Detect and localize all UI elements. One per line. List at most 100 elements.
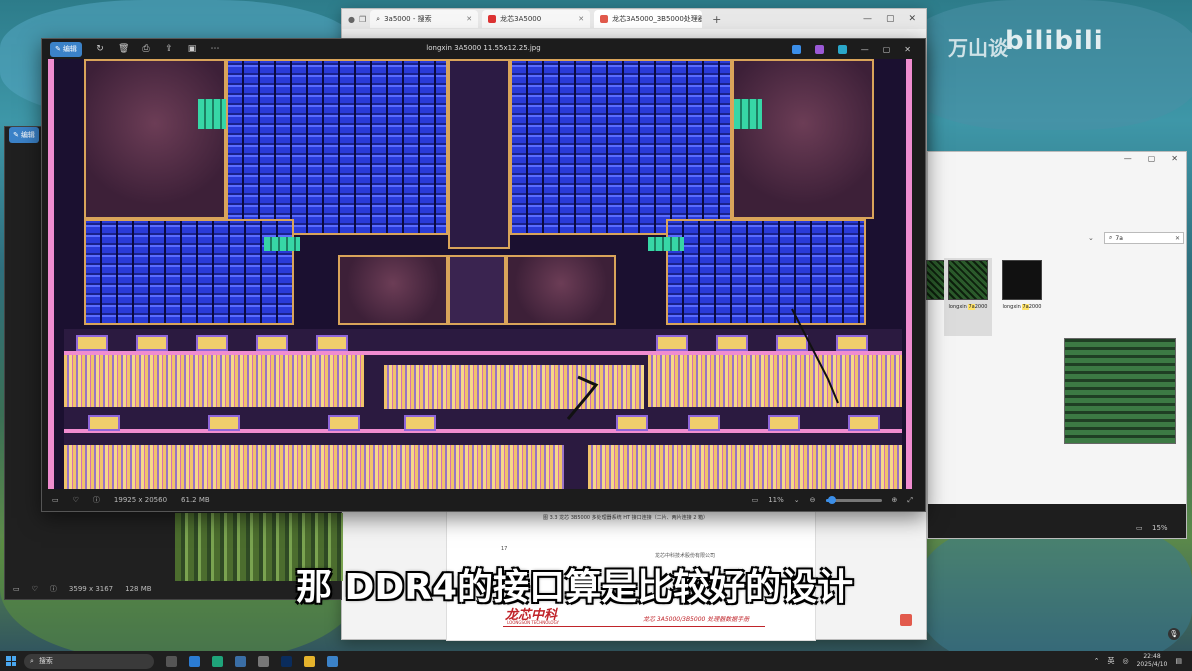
app-icon[interactable] — [791, 44, 801, 54]
rotate-icon[interactable]: ↻ — [95, 44, 105, 54]
print-icon[interactable]: ⎙ — [141, 44, 151, 54]
photoshop-icon[interactable] — [281, 655, 292, 667]
zoom-slider-knob[interactable] — [827, 495, 836, 504]
info-icon[interactable]: ⓘ — [50, 584, 57, 594]
pdf-tools-icon[interactable] — [900, 614, 912, 626]
fullscreen-icon[interactable]: ⤢ — [907, 496, 913, 505]
minimize-icon[interactable]: — — [861, 45, 869, 54]
file-name: 2000 — [974, 304, 988, 310]
clock[interactable]: 22:48 2025/4/10 — [1137, 653, 1168, 669]
tab-pdf[interactable]: 龙芯3A5000_3B5000处理器数据... ✕ — [594, 10, 703, 28]
fit-icon[interactable]: ▭ — [752, 496, 759, 504]
chevron-down-icon[interactable]: ⌄ — [794, 496, 800, 504]
windows-start-icon[interactable] — [6, 656, 16, 666]
microphone-icon[interactable]: 🎙 — [1168, 628, 1180, 640]
close-icon[interactable]: ✕ — [1171, 154, 1178, 163]
file-thumbnail — [1002, 260, 1042, 300]
zoom-slider[interactable] — [825, 495, 882, 504]
maximize-icon[interactable]: ▢ — [883, 45, 891, 54]
heart-icon[interactable]: ♡ — [73, 496, 79, 504]
desktop-wallpaper — [900, 0, 1192, 130]
channel-watermark: 万山谈 — [948, 36, 1008, 60]
preview-pane-image — [1064, 338, 1176, 444]
fit-icon[interactable]: ▭ — [1136, 524, 1143, 532]
bilibili-logo: bilibili — [1005, 26, 1104, 56]
file-tile[interactable]: longxin 7a2000 — [998, 258, 1046, 336]
search-icon: ⌕ — [30, 656, 34, 665]
clock-date: 2025/4/10 — [1136, 661, 1168, 668]
browser-menu-icon[interactable]: ● — [348, 15, 355, 24]
search-icon: ⌕ — [1109, 234, 1113, 241]
edit-label: 编辑 — [20, 131, 35, 139]
chevron-down-icon[interactable]: ⌄ — [1088, 234, 1094, 242]
heart-icon[interactable]: ♡ — [32, 585, 38, 593]
loongson-logo-en: LOONGSON TECHNOLOGY — [507, 620, 559, 625]
chevron-up-icon[interactable]: ⌃ — [1094, 657, 1100, 665]
file-size: 61.2 MB — [181, 496, 210, 504]
video-subtitle: 那 DDR4的接口算是比较好的设计 — [296, 567, 854, 608]
maximize-icon[interactable]: ▢ — [1148, 154, 1156, 163]
tab-loongson[interactable]: 龙芯3A5000 ✕ — [482, 10, 591, 28]
file-explorer-icon[interactable] — [304, 655, 315, 667]
file-name: longxin — [948, 304, 969, 310]
outlook-icon[interactable] — [189, 655, 200, 667]
filmstrip-icon[interactable]: ▭ — [13, 585, 20, 593]
zoom-level[interactable]: 11% — [768, 496, 784, 504]
photos-viewer-window: ✎ 编辑 ↻ 🗑 ⎙ ⇪ ▣ ⋯ — ▢ ✕ longxin 3A5000 11… — [41, 38, 926, 512]
pen-stroke — [566, 375, 599, 420]
window-controls: — ▢ ✕ — [791, 44, 925, 54]
zoom-level: 15% — [1152, 524, 1168, 532]
window-controls: — ▢ ✕ — [1124, 154, 1178, 163]
edit-label: 编辑 — [62, 45, 77, 53]
zoom-out-icon[interactable]: ⊖ — [810, 496, 816, 504]
file-name: 2000 — [1028, 304, 1042, 310]
minimize-icon[interactable]: — — [1124, 154, 1132, 163]
maximize-icon[interactable]: ▢ — [886, 14, 895, 24]
taskbar-search[interactable]: ⌕ 搜索 — [24, 653, 154, 669]
page-number: 17 — [501, 546, 508, 552]
info-icon[interactable]: ⓘ — [93, 495, 100, 505]
browser-tab-strip: ● ❐ ⌕ 3a5000 - 搜索 ✕ 龙芯3A5000 ✕ 龙芯3A5000_… — [342, 9, 926, 29]
search-icon: ⌕ — [376, 14, 381, 23]
file-name: longxin — [1002, 304, 1023, 310]
new-tab-button[interactable]: + — [706, 13, 727, 26]
edit-button[interactable]: ✎ 编辑 — [50, 41, 82, 57]
share-icon[interactable]: ⇪ — [164, 44, 174, 54]
pdf-icon — [600, 15, 609, 23]
close-icon[interactable]: ✕ — [904, 45, 911, 54]
site-favicon-icon — [488, 15, 497, 23]
edge-icon[interactable] — [212, 655, 223, 667]
network-icon[interactable]: ◎ — [1123, 657, 1129, 665]
file-tile[interactable]: longxin 7a2000 — [944, 258, 992, 336]
minimize-icon[interactable]: — — [863, 14, 872, 24]
photos-icon[interactable] — [327, 655, 338, 667]
app-icon[interactable] — [814, 44, 824, 54]
slideshow-icon[interactable]: ▣ — [187, 44, 197, 54]
system-tray: ⌃ 英 ◎ 22:48 2025/4/10 ▤ — [1094, 653, 1192, 669]
zoom-in-icon[interactable]: ⊕ — [892, 496, 898, 504]
status-bar: ▭ ♡ ⓘ 19925 x 20560 61.2 MB ▭ 11% ⌄ ⊖ ⊕ … — [42, 489, 925, 511]
notification-icon[interactable]: ▤ — [1175, 657, 1182, 665]
more-icon[interactable]: ⋯ — [210, 44, 220, 54]
task-view-icon[interactable] — [166, 655, 177, 667]
settings-icon[interactable] — [258, 655, 269, 667]
edit-button[interactable]: ✎ 编辑 — [9, 127, 39, 143]
tab-actions-icon[interactable]: ❐ — [359, 15, 366, 24]
image-dimensions: 3599 x 3167 — [68, 585, 114, 593]
close-icon[interactable]: ✕ — [578, 15, 584, 23]
filmstrip-icon[interactable]: ▭ — [52, 496, 59, 504]
header-rule — [503, 626, 765, 627]
file-size: 128 MB — [125, 585, 152, 593]
tab-search[interactable]: ⌕ 3a5000 - 搜索 ✕ — [370, 10, 479, 28]
window-controls: — ▢ ✕ — [863, 14, 926, 24]
desktop-wallpaper — [920, 520, 1192, 670]
close-icon[interactable]: ✕ — [908, 14, 916, 24]
image-dimensions: 19925 x 20560 — [113, 496, 168, 504]
app-icon[interactable] — [837, 44, 847, 54]
close-icon[interactable]: ✕ — [466, 15, 472, 23]
clear-icon[interactable]: ✕ — [1175, 235, 1183, 242]
delete-icon[interactable]: 🗑 — [118, 44, 129, 54]
search-input[interactable]: ⌕ 7a ✕ — [1104, 232, 1184, 244]
ime-indicator[interactable]: 英 — [1108, 656, 1115, 666]
store-icon[interactable] — [235, 655, 246, 667]
